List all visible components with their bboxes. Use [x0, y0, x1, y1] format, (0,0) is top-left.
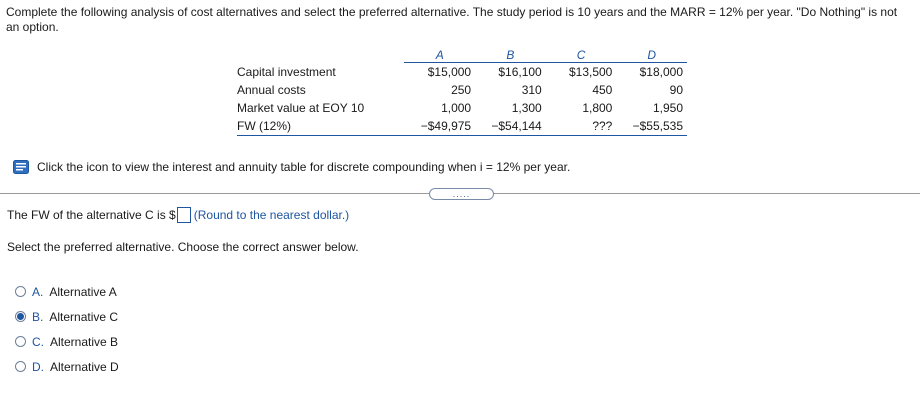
row-label: Annual costs [237, 83, 306, 97]
radio-button-checked-icon[interactable] [15, 311, 26, 322]
table-cell: 450 [592, 83, 613, 97]
row-label: Market value at EOY 10 [237, 101, 365, 115]
table-cell: $16,100 [498, 65, 542, 79]
column-header-b: B [475, 49, 546, 63]
table-cell: ??? [545, 117, 617, 136]
table-cell: −$55,535 [616, 117, 687, 136]
option-a[interactable]: A. Alternative A [15, 279, 119, 304]
interest-table-link[interactable]: Click the icon to view the interest and … [13, 160, 570, 174]
table-cell: 1,950 [652, 101, 683, 115]
table-cell: 310 [521, 83, 542, 97]
option-letter: C. [32, 334, 44, 349]
book-icon[interactable] [13, 160, 29, 174]
fw-question: The FW of the alternative C is $ (Round … [7, 207, 349, 223]
column-header-c: C [545, 49, 617, 63]
expand-button[interactable]: ..... [429, 188, 494, 200]
interest-table-link-text: Click the icon to view the interest and … [37, 160, 571, 174]
table-header-row: A B C D [237, 49, 687, 63]
answer-options: A. Alternative A B. Alternative C C. Alt… [15, 279, 119, 379]
table-corner [237, 49, 404, 63]
radio-button-icon[interactable] [15, 336, 26, 347]
option-label: Alternative B [50, 334, 119, 349]
fw-answer-input[interactable] [176, 207, 191, 223]
option-letter: D. [32, 359, 44, 374]
table-row: Market value at EOY 10 1,000 1,300 1,800… [237, 99, 687, 117]
row-label: FW (12%) [237, 117, 405, 136]
row-label: Capital investment [237, 64, 336, 79]
cost-alternatives-table: A B C D Capital investment $15,000 $16,1… [237, 49, 687, 136]
option-label: Alternative D [50, 359, 119, 374]
fw-question-text: The FW of the alternative C is $ [7, 208, 176, 222]
table-row: FW (12%) −$49,975 −$54,144 ??? −$55,535 [237, 117, 687, 136]
option-d[interactable]: D. Alternative D [15, 354, 119, 379]
table-cell: 1,000 [441, 101, 472, 115]
table-cell: $13,500 [568, 65, 613, 79]
table-row: Annual costs 250 310 450 90 [237, 81, 687, 99]
column-header-d: D [616, 49, 687, 63]
rounding-hint: (Round to the nearest dollar.) [193, 208, 350, 222]
table-cell: $15,000 [427, 65, 472, 79]
table-cell: −$49,975 [404, 117, 476, 136]
table-row: Capital investment $15,000 $16,100 $13,5… [237, 63, 687, 82]
problem-statement: Complete the following analysis of cost … [6, 5, 898, 34]
option-label: Alternative C [49, 309, 119, 324]
table-cell: $18,000 [639, 65, 683, 79]
radio-button-icon[interactable] [15, 286, 26, 297]
table-cell: 250 [451, 83, 472, 97]
option-letter: B. [32, 309, 44, 324]
option-c[interactable]: C. Alternative B [15, 329, 119, 354]
column-header-a: A [404, 49, 476, 63]
table-cell: 90 [669, 83, 683, 97]
radio-button-icon[interactable] [15, 361, 26, 372]
table-cell: −$54,144 [475, 117, 546, 136]
option-letter: A. [32, 284, 44, 299]
table-cell: 1,300 [511, 101, 542, 115]
table-cell: 1,800 [582, 101, 613, 115]
option-label: Alternative A [49, 284, 117, 299]
select-prompt: Select the preferred alternative. Choose… [7, 240, 359, 254]
option-b[interactable]: B. Alternative C [15, 304, 119, 329]
